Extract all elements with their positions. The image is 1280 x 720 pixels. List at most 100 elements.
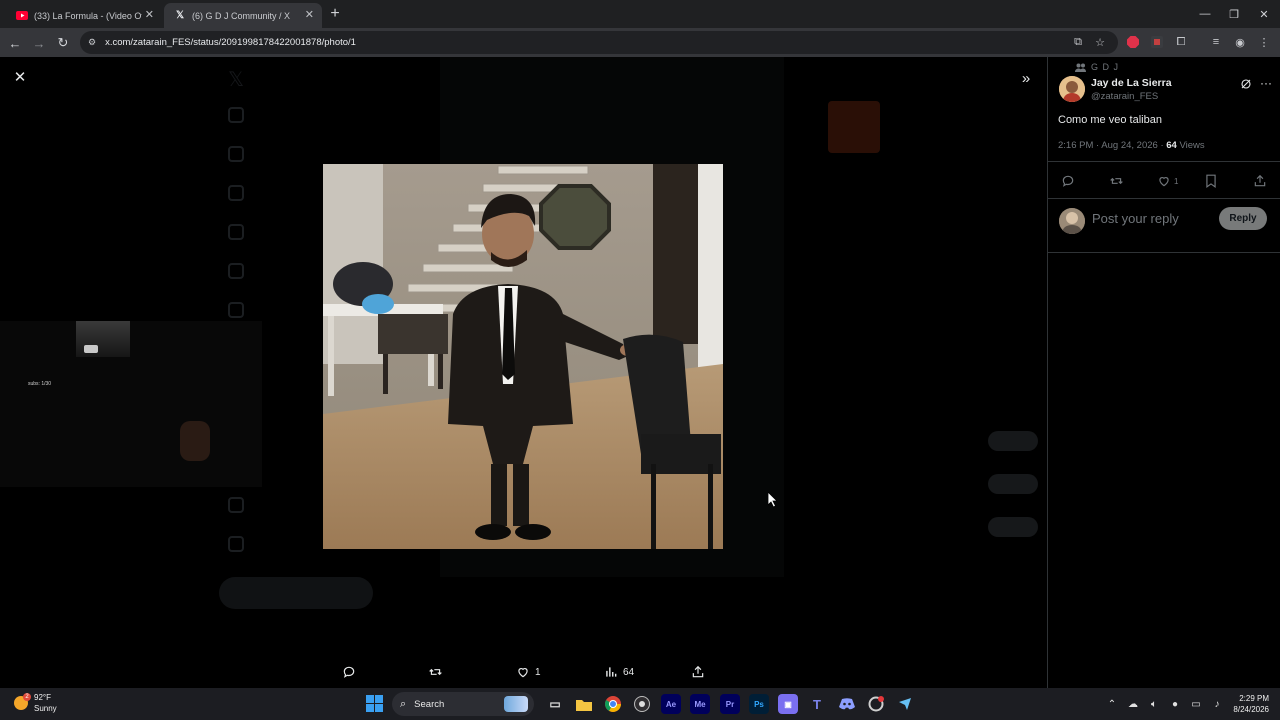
menu-kebab-icon[interactable]: ⋮	[1257, 35, 1271, 49]
tab-title: (6) G D J Community / X	[192, 10, 291, 21]
author-name[interactable]: Jay de La Sierra	[1091, 77, 1172, 89]
forward-arrow-icon[interactable]: →	[30, 34, 48, 52]
tweet-timestamp[interactable]: 2:16 PM · Aug 24, 2026 ·	[1058, 140, 1166, 151]
tweet-detail-panel: G D J Jay de La Sierra @zatarain_FES ···…	[1047, 57, 1280, 688]
weather-widget[interactable]: 2 92°F Sunny	[14, 692, 57, 714]
onedrive-icon[interactable]: ☁	[1125, 696, 1141, 712]
author-handle[interactable]: @zatarain_FES	[1091, 91, 1158, 102]
media-repost-button[interactable]	[428, 663, 448, 681]
chrome-icon[interactable]	[603, 694, 623, 714]
x-page: 𝕏 subs: 1/30 ✕ » 1 64 G D J Jay de La Si…	[0, 57, 1280, 688]
tweet-views-label: Views	[1176, 140, 1205, 151]
share-icon	[692, 665, 704, 678]
weather-desc: Sunny	[34, 704, 57, 713]
user-avatar[interactable]	[1059, 208, 1085, 234]
youtube-icon	[16, 10, 28, 22]
tweet-photo[interactable]	[323, 164, 723, 549]
taskbar-clock[interactable]: 2:29 PM 8/24/2026	[1225, 693, 1269, 715]
microphone-icon[interactable]: ●	[1167, 696, 1183, 712]
like-button[interactable]: 1	[1157, 174, 1178, 188]
site-info-icon[interactable]: ⚙	[88, 37, 96, 48]
grok-icon[interactable]	[1239, 77, 1252, 90]
ghost-follow-button	[988, 517, 1038, 537]
premiere-icon[interactable]: Pr	[720, 694, 740, 714]
media-share-button[interactable]	[691, 663, 710, 681]
close-tab-icon[interactable]: ✕	[145, 8, 154, 21]
browser-tab-x[interactable]: 𝕏 (6) G D J Community / X ✕	[164, 3, 322, 28]
ghost-nav-item	[228, 107, 257, 123]
restore-button[interactable]: ❐	[1219, 4, 1249, 24]
close-tab-icon[interactable]: ✕	[305, 8, 314, 21]
webcam-overlay: subs: 1/30	[0, 321, 262, 487]
reply-composer: Post your reply Reply	[1048, 199, 1280, 253]
reply-submit-button[interactable]: Reply	[1219, 207, 1267, 230]
search-highlight-icon	[504, 696, 528, 712]
tab-title: (33) La Formula - (Video Oficial)	[34, 10, 142, 21]
window-close-button[interactable]: ✕	[1249, 4, 1279, 24]
author-avatar[interactable]	[1059, 76, 1085, 102]
community-icon	[1075, 63, 1086, 72]
collapse-panel-icon[interactable]: »	[1017, 69, 1035, 87]
ghost-nav-item	[228, 536, 257, 552]
community-label[interactable]: G D J	[1075, 62, 1119, 72]
share-icon	[1254, 174, 1266, 187]
browser-toolbar: ← → ↻ ⚙ x.com/zatarain_FES/status/209199…	[0, 28, 1280, 57]
extension-icon[interactable]	[1150, 35, 1164, 49]
taskbar-search[interactable]: ⌕ Search	[392, 692, 534, 716]
network-icon[interactable]: ▭	[1188, 696, 1204, 712]
bookmark-button[interactable]	[1205, 174, 1217, 188]
speaker-icon[interactable]: 🔈︎	[1146, 696, 1162, 712]
community-name: G D J	[1091, 62, 1120, 72]
discord-icon[interactable]	[837, 694, 857, 714]
reload-icon[interactable]: ↻	[54, 34, 72, 52]
system-tray: ⌃ ☁ 🔈︎ ● ▭ ♪	[1104, 688, 1230, 720]
chevron-up-icon[interactable]: ⌃	[1104, 696, 1120, 712]
new-tab-button[interactable]: +	[326, 5, 344, 23]
photoshop-icon[interactable]: Ps	[749, 694, 769, 714]
reply-button[interactable]	[1061, 174, 1075, 188]
app-icon[interactable]: ▣	[778, 694, 798, 714]
url-text: x.com/zatarain_FES/status/20919981784220…	[105, 37, 356, 48]
weather-badge: 2	[23, 693, 31, 701]
obs-icon[interactable]	[632, 694, 652, 714]
repost-button[interactable]	[1109, 174, 1124, 188]
profile-icon[interactable]: ◉	[1233, 35, 1247, 49]
app-badge-icon[interactable]	[866, 694, 886, 714]
teams-icon[interactable]: T	[807, 694, 827, 714]
volume-icon[interactable]: ♪	[1209, 696, 1225, 712]
bookmark-star-icon[interactable]: ☆	[1093, 35, 1107, 49]
ghost-follow-button	[988, 474, 1038, 494]
media-views-button[interactable]: 64	[604, 663, 634, 681]
media-reply-button[interactable]	[342, 663, 361, 681]
tweet-views-count: 64	[1166, 140, 1177, 151]
reply-input[interactable]: Post your reply	[1092, 211, 1179, 226]
browser-tab-strip: (33) La Formula - (Video Oficial) ✕ 𝕏 (6…	[0, 0, 1280, 28]
clock-time: 2:29 PM	[1239, 694, 1269, 703]
search-icon: ⌕	[400, 697, 407, 710]
address-bar[interactable]: ⚙ x.com/zatarain_FES/status/209199817842…	[80, 31, 1118, 54]
tweet-actions-row: 1	[1048, 161, 1280, 199]
x-logo-icon: 𝕏	[228, 69, 245, 91]
windows-start-icon[interactable]	[366, 695, 383, 712]
media-encoder-icon[interactable]: Me	[690, 694, 710, 714]
weather-temp: 92°F	[34, 693, 51, 702]
file-explorer-icon[interactable]	[574, 694, 594, 714]
repost-icon	[1110, 177, 1123, 185]
back-arrow-icon[interactable]: ←	[6, 34, 24, 52]
browser-tab-youtube[interactable]: (33) La Formula - (Video Oficial) ✕	[6, 3, 162, 28]
adblock-extension-icon[interactable]	[1126, 35, 1140, 49]
after-effects-icon[interactable]: Ae	[661, 694, 681, 714]
media-controls-icon[interactable]: ≡	[1209, 35, 1223, 49]
task-view-icon[interactable]: ▭	[545, 694, 565, 714]
extensions-puzzle-icon[interactable]: ⧠	[1174, 35, 1188, 49]
media-like-button[interactable]: 1	[516, 663, 541, 681]
like-count: 1	[535, 666, 541, 678]
share-button[interactable]	[1253, 174, 1267, 188]
ghost-nav-item	[228, 497, 257, 513]
tweet-text: Como me veo taliban	[1058, 114, 1162, 126]
minimize-button[interactable]: —	[1190, 4, 1220, 24]
more-options-icon[interactable]: ···	[1259, 76, 1273, 90]
steam-icon[interactable]	[895, 694, 915, 714]
close-media-icon[interactable]: ✕	[12, 69, 28, 86]
install-app-icon[interactable]: ⧉	[1071, 35, 1085, 49]
